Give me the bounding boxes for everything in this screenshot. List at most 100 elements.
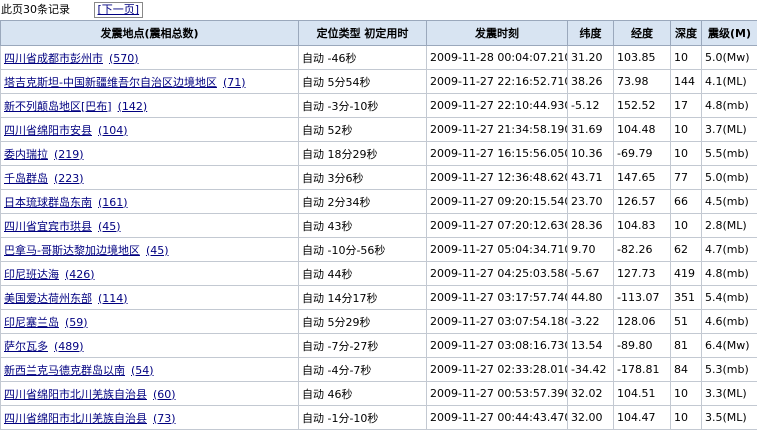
location-link[interactable]: 塔吉克斯坦-中国新疆维吾尔自治区边境地区 <box>4 76 217 89</box>
column-header-locate-type: 定位类型 初定用时 <box>299 21 427 46</box>
magnitude-cell: 4.8(mb) <box>702 262 757 286</box>
phase-count-link[interactable]: (161) <box>98 196 128 209</box>
longitude-cell: 104.51 <box>614 382 671 406</box>
longitude-cell: 128.06 <box>614 310 671 334</box>
origin-time-cell: 2009-11-27 00:53:57.390 <box>427 382 568 406</box>
column-header-latitude: 纬度 <box>568 21 614 46</box>
column-header-location: 发震地点(震相总数) <box>1 21 299 46</box>
magnitude-cell: 4.8(mb) <box>702 94 757 118</box>
location-link[interactable]: 委内瑞拉 <box>4 148 48 161</box>
page-record-count: 此页30条记录 <box>0 0 70 20</box>
table-row: 印尼塞兰岛(59)自动 5分29秒2009-11-27 03:07:54.180… <box>1 310 757 334</box>
origin-time-cell: 2009-11-27 07:20:12.630 <box>427 214 568 238</box>
longitude-cell: -178.81 <box>614 358 671 382</box>
phase-count-link[interactable]: (45) <box>146 244 169 257</box>
table-row: 新不列颠岛地区[巴布](142)自动 -3分-10秒2009-11-27 22:… <box>1 94 757 118</box>
locate-type-cell: 自动 5分54秒 <box>299 70 427 94</box>
phase-count-link[interactable]: (142) <box>118 100 148 113</box>
table-row: 千岛群岛(223)自动 3分6秒2009-11-27 12:36:48.6204… <box>1 166 757 190</box>
location-cell: 委内瑞拉 (219) <box>1 142 299 166</box>
phase-count-link[interactable]: (114) <box>98 292 128 305</box>
location-link[interactable]: 四川省宜宾市珙县 <box>4 220 92 233</box>
locate-type-cell: 自动 -4分-7秒 <box>299 358 427 382</box>
latitude-cell: 28.36 <box>568 214 614 238</box>
phase-count-link[interactable]: (60) <box>153 388 176 401</box>
phase-count-link[interactable]: (426) <box>65 268 95 281</box>
phase-count-link[interactable]: (219) <box>54 148 84 161</box>
longitude-cell: -113.07 <box>614 286 671 310</box>
earthquake-table: 发震地点(震相总数) 定位类型 初定用时 发震时刻 纬度 经度 深度 震级(M)… <box>0 20 757 430</box>
depth-cell: 10 <box>671 214 702 238</box>
latitude-cell: -3.22 <box>568 310 614 334</box>
location-link[interactable]: 巴拿马-哥斯达黎加边境地区 <box>4 244 140 257</box>
location-cell: 千岛群岛 (223) <box>1 166 299 190</box>
locate-type-cell: 自动 43秒 <box>299 214 427 238</box>
column-header-magnitude: 震级(M) <box>702 21 757 46</box>
latitude-cell: 31.20 <box>568 46 614 70</box>
magnitude-cell: 6.4(Mw) <box>702 334 757 358</box>
locate-type-cell: 自动 3分6秒 <box>299 166 427 190</box>
phase-count-link[interactable]: (104) <box>98 124 128 137</box>
locate-type-cell: 自动 -10分-56秒 <box>299 238 427 262</box>
table-header-row: 发震地点(震相总数) 定位类型 初定用时 发震时刻 纬度 经度 深度 震级(M) <box>1 21 757 46</box>
depth-cell: 81 <box>671 334 702 358</box>
phase-count-link[interactable]: (73) <box>153 412 176 425</box>
phase-count-link[interactable]: (489) <box>54 340 84 353</box>
magnitude-cell: 4.6(mb) <box>702 310 757 334</box>
phase-count-link[interactable]: (570) <box>109 52 139 65</box>
depth-cell: 419 <box>671 262 702 286</box>
latitude-cell: -5.67 <box>568 262 614 286</box>
location-cell: 塔吉克斯坦-中国新疆维吾尔自治区边境地区 (71) <box>1 70 299 94</box>
phase-count-link[interactable]: (223) <box>54 172 84 185</box>
latitude-cell: 44.80 <box>568 286 614 310</box>
location-cell: 四川省宜宾市珙县 (45) <box>1 214 299 238</box>
latitude-cell: -5.12 <box>568 94 614 118</box>
next-page-link[interactable]: [下一页] <box>94 2 144 18</box>
location-link[interactable]: 印尼班达海 <box>4 268 59 281</box>
location-cell: 印尼塞兰岛 (59) <box>1 310 299 334</box>
depth-cell: 17 <box>671 94 702 118</box>
depth-cell: 351 <box>671 286 702 310</box>
depth-cell: 10 <box>671 142 702 166</box>
latitude-cell: 9.70 <box>568 238 614 262</box>
location-cell: 日本琉球群岛东南 (161) <box>1 190 299 214</box>
longitude-cell: 126.57 <box>614 190 671 214</box>
location-link[interactable]: 千岛群岛 <box>4 172 48 185</box>
origin-time-cell: 2009-11-27 21:34:58.190 <box>427 118 568 142</box>
latitude-cell: 10.36 <box>568 142 614 166</box>
location-link[interactable]: 美国爱达荷州东部 <box>4 292 92 305</box>
origin-time-cell: 2009-11-27 04:25:03.580 <box>427 262 568 286</box>
table-row: 四川省宜宾市珙县 (45) 自动 43秒2009-11-27 07:20:12.63… <box>1 214 757 238</box>
depth-cell: 66 <box>671 190 702 214</box>
column-header-time: 发震时刻 <box>427 21 568 46</box>
origin-time-cell: 2009-11-27 03:08:16.730 <box>427 334 568 358</box>
location-link[interactable]: 四川省成都市彭州市 <box>4 52 103 65</box>
location-cell: 美国爱达荷州东部 (114) <box>1 286 299 310</box>
longitude-cell: 104.83 <box>614 214 671 238</box>
locate-type-cell: 自动 5分29秒 <box>299 310 427 334</box>
magnitude-cell: 5.4(mb) <box>702 286 757 310</box>
longitude-cell: 147.65 <box>614 166 671 190</box>
depth-cell: 144 <box>671 70 702 94</box>
magnitude-cell: 3.7(ML) <box>702 118 757 142</box>
location-link[interactable]: 印尼塞兰岛 <box>4 316 59 329</box>
locate-type-cell: 自动 44秒 <box>299 262 427 286</box>
phase-count-link[interactable]: (54) <box>131 364 154 377</box>
table-row: 萨尔瓦多(489)自动 -7分-27秒2009-11-27 03:08:16.7… <box>1 334 757 358</box>
phase-count-link[interactable]: (71) <box>223 76 246 89</box>
location-cell: 四川省绵阳市北川羌族自治县 (60) <box>1 382 299 406</box>
location-link[interactable]: 四川省绵阳市北川羌族自治县 <box>4 388 147 401</box>
longitude-cell: 127.73 <box>614 262 671 286</box>
phase-count-link[interactable]: (45) <box>98 220 121 233</box>
table-row: 印尼班达海 (426) 自动 44秒2009-11-27 04:25:03.580-… <box>1 262 757 286</box>
location-link[interactable]: 萨尔瓦多 <box>4 340 48 353</box>
location-link[interactable]: 新西兰克马德克群岛以南 <box>4 364 125 377</box>
location-link[interactable]: 四川省绵阳市北川羌族自治县 <box>4 412 147 425</box>
latitude-cell: 32.02 <box>568 382 614 406</box>
location-link[interactable]: 四川省绵阳市安县 <box>4 124 92 137</box>
location-link[interactable]: 日本琉球群岛东南 <box>4 196 92 209</box>
phase-count-link[interactable]: (59) <box>65 316 88 329</box>
location-link[interactable]: 新不列颠岛地区[巴布] <box>4 100 112 113</box>
origin-time-cell: 2009-11-28 00:04:07.210 <box>427 46 568 70</box>
location-cell: 新西兰克马德克群岛以南 (54) <box>1 358 299 382</box>
